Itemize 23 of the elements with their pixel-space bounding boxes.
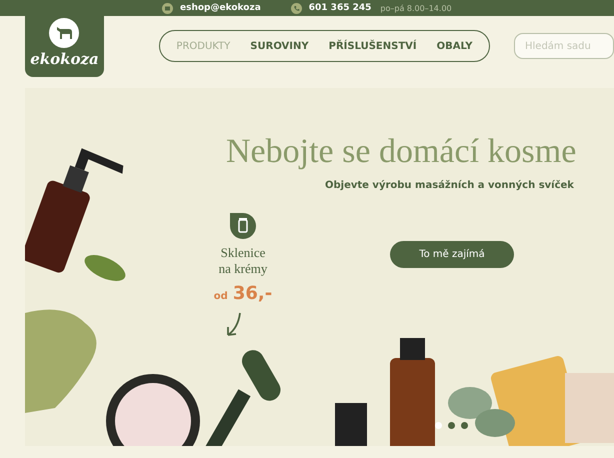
opening-hours: po–pá 8.00–14.00 — [380, 4, 452, 12]
carousel-dot[interactable] — [461, 422, 468, 429]
nav-link[interactable]: SUROVINY — [250, 40, 309, 52]
hero-subtitle: Objevte výrobu masážních a vonných svíček — [325, 180, 575, 191]
phone-number[interactable]: 601 365 245 — [308, 3, 372, 13]
jar-icon — [230, 213, 256, 239]
search-field[interactable]: Hledám sadu — [514, 33, 614, 59]
hero-title: Nebojte se domácí kosme — [226, 132, 578, 172]
email-icon — [162, 2, 173, 14]
price-prefix: od — [214, 291, 228, 302]
promo-price: 36,- — [232, 283, 272, 304]
nav-link[interactable]: OBALY — [436, 40, 473, 52]
phone-icon — [290, 2, 302, 14]
email-address[interactable]: eshop@ekokoza — [180, 3, 261, 13]
promo-product-name: Sklenice na krémy — [218, 245, 268, 277]
nav-link[interactable]: PŘÍSLUŠENSTVÍ — [328, 40, 417, 52]
arrow-icon — [224, 312, 244, 338]
logo[interactable]: ekokoza — [25, 16, 104, 77]
carousel-dot[interactable] — [435, 422, 442, 429]
goat-icon — [49, 18, 80, 48]
carousel-dot[interactable] — [448, 422, 455, 429]
logo-text: ekokoza — [30, 50, 99, 68]
cta-button[interactable]: To mě zajímá — [390, 241, 514, 268]
